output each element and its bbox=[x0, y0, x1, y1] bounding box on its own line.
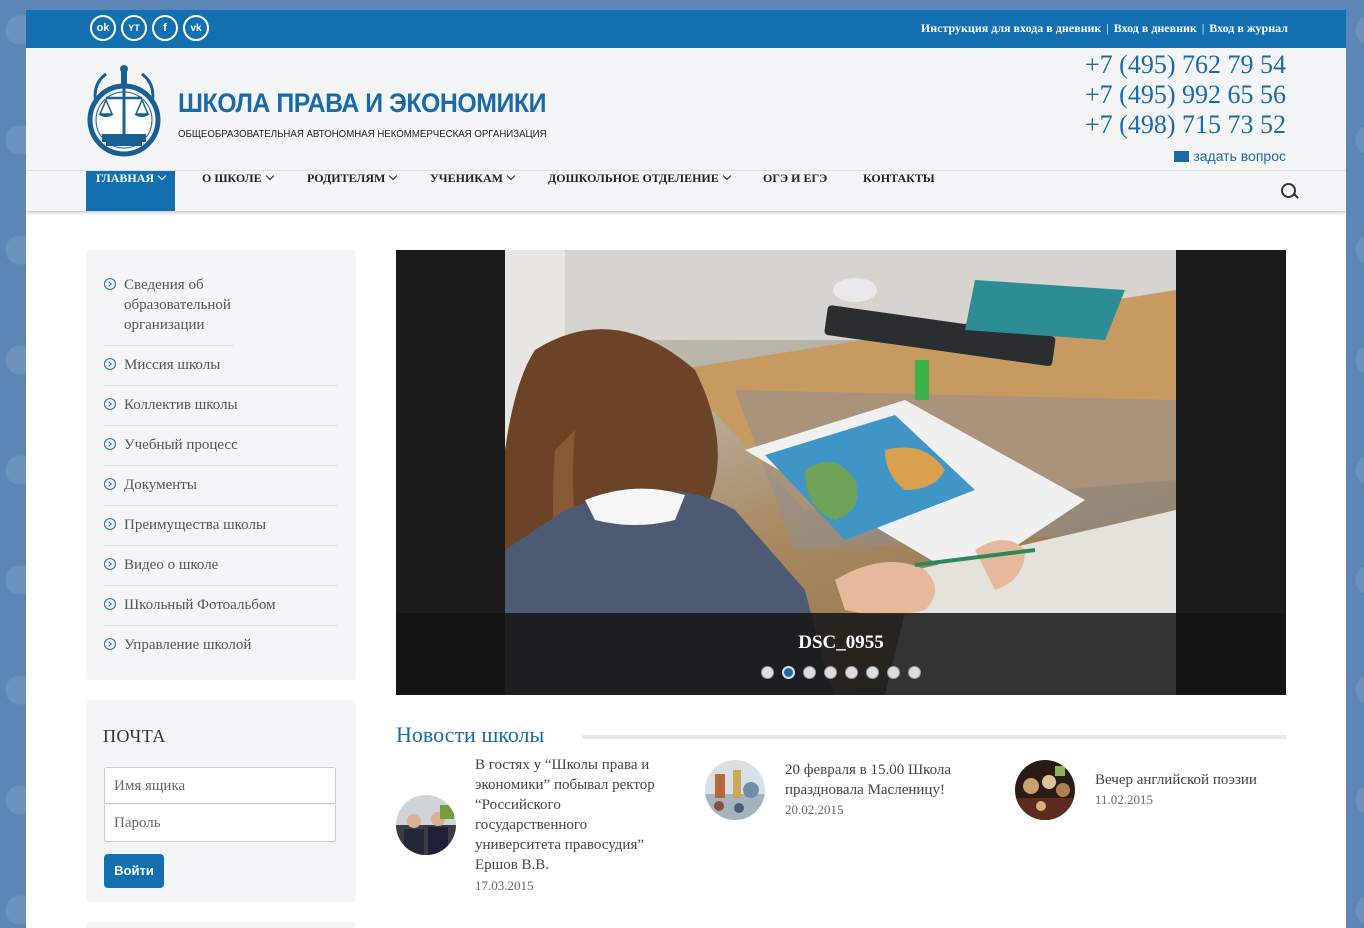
slider-dot[interactable] bbox=[887, 666, 900, 679]
chevron-down-icon bbox=[389, 171, 398, 181]
sidebar-item-management[interactable]: Управление школой bbox=[104, 626, 338, 665]
facebook-icon[interactable]: f bbox=[152, 15, 178, 41]
sidebar-menu: Сведения об образовательной организации … bbox=[86, 250, 356, 680]
nav-exams[interactable]: ОГЭ И ЕГЭ bbox=[763, 171, 827, 211]
school-subtitle: ОБЩЕОБРАЗОВАТЕЛЬНАЯ АВТОНОМНАЯ НЕКОММЕРЧ… bbox=[178, 128, 547, 140]
news-text[interactable]: Вечер английской поэзии bbox=[1095, 770, 1295, 790]
nav-parents[interactable]: РОДИТЕЛЯМ bbox=[307, 171, 398, 211]
nav-about-label: О ШКОЛЕ bbox=[202, 171, 262, 185]
nav-contacts[interactable]: КОНТАКТЫ bbox=[863, 171, 935, 211]
sidebar-item-documents[interactable]: Документы bbox=[104, 466, 338, 506]
slider-dots bbox=[761, 666, 929, 684]
news-item[interactable]: Вечер английской поэзии 11.02.2015 bbox=[1015, 760, 1295, 840]
ask-question-link[interactable]: задать вопрос bbox=[1174, 148, 1286, 164]
main-nav: ГЛАВНАЯ О ШКОЛЕ РОДИТЕЛЯМ УЧЕНИКАМ ДОШКО… bbox=[26, 170, 1346, 211]
envelope-icon bbox=[1174, 151, 1190, 162]
nav-students-label: УЧЕНИКАМ bbox=[430, 171, 503, 185]
nav-about[interactable]: О ШКОЛЕ bbox=[202, 171, 274, 211]
nav-home-label: ГЛАВНАЯ bbox=[96, 171, 155, 185]
slider-dot[interactable] bbox=[803, 666, 816, 679]
youtube-icon[interactable]: YT bbox=[121, 15, 147, 41]
sidebar-item-video[interactable]: Видео о школе bbox=[104, 546, 338, 586]
news-item[interactable]: 20 февраля в 15.00 Школа праздновала Мас… bbox=[705, 760, 985, 840]
news-date: 17.03.2015 bbox=[475, 878, 534, 893]
ask-question-label: задать вопрос bbox=[1193, 148, 1286, 164]
news-text[interactable]: 20 февраля в 15.00 Школа праздновала Мас… bbox=[785, 760, 985, 800]
header: ШКОЛА ПРАВА И ЭКОНОМИКИ ОБЩЕОБРАЗОВАТЕЛЬ… bbox=[26, 48, 1346, 170]
nav-students[interactable]: УЧЕНИКАМ bbox=[430, 171, 516, 211]
sidebar-panel bbox=[86, 922, 356, 928]
news-text[interactable]: В гостях у “Школы права и экономики” поб… bbox=[475, 755, 675, 875]
phone-1[interactable]: +7 (495) 762 79 54 bbox=[1085, 50, 1286, 80]
separator: | bbox=[1201, 21, 1205, 35]
sidebar-item-advantages[interactable]: Преимущества школы bbox=[104, 506, 338, 546]
chevron-down-icon bbox=[506, 171, 516, 181]
nav-preschool-label: ДОШКОЛЬНОЕ ОТДЕЛЕНИЕ bbox=[548, 171, 719, 185]
login-button[interactable]: Войти bbox=[104, 854, 164, 888]
school-logo[interactable] bbox=[86, 64, 166, 163]
chevron-down-icon bbox=[722, 171, 732, 181]
school-name[interactable]: ШКОЛА ПРАВА И ЭКОНОМИКИ bbox=[178, 88, 546, 119]
news-thumbnail[interactable] bbox=[1015, 760, 1075, 820]
mail-title: ПОЧТА bbox=[103, 726, 166, 746]
slider-dot[interactable] bbox=[866, 666, 879, 679]
chevron-down-icon bbox=[157, 171, 167, 181]
diary-instructions-link[interactable]: Инструкция для входа в дневник bbox=[921, 21, 1101, 35]
diary-login-link[interactable]: Вход в дневник bbox=[1114, 21, 1197, 35]
image-slider[interactable]: DSC_0955 bbox=[396, 250, 1286, 695]
news-thumbnail[interactable] bbox=[705, 760, 765, 820]
nav-preschool[interactable]: ДОШКОЛЬНОЕ ОТДЕЛЕНИЕ bbox=[548, 171, 732, 211]
top-links: Инструкция для входа в дневник | Вход в … bbox=[921, 21, 1288, 36]
top-bar: ok YT f vk Инструкция для входа в дневни… bbox=[26, 10, 1346, 48]
phones: +7 (495) 762 79 54 +7 (495) 992 65 56 +7… bbox=[1085, 50, 1286, 140]
news-date: 11.02.2015 bbox=[1095, 792, 1154, 807]
phone-2[interactable]: +7 (495) 992 65 56 bbox=[1085, 80, 1286, 110]
nav-home[interactable]: ГЛАВНАЯ bbox=[86, 171, 176, 211]
sidebar-item-photoalbum[interactable]: Школьный Фотоальбом bbox=[104, 586, 338, 626]
divider bbox=[582, 735, 1286, 739]
sidebar-item-staff[interactable]: Коллектив школы bbox=[104, 386, 338, 426]
news-date: 20.02.2015 bbox=[785, 802, 844, 817]
mail-login-panel: ПОЧТА Имя ящика Пароль Войти bbox=[86, 700, 356, 902]
slider-dot[interactable] bbox=[908, 666, 921, 679]
slider-dot[interactable] bbox=[845, 666, 858, 679]
phone-3[interactable]: +7 (498) 715 73 52 bbox=[1085, 110, 1286, 140]
slide-caption: DSC_0955 bbox=[798, 632, 884, 653]
news-thumbnail[interactable] bbox=[396, 795, 456, 855]
sidebar-item-process[interactable]: Учебный процесс bbox=[104, 426, 338, 466]
nav-contacts-label: КОНТАКТЫ bbox=[863, 171, 935, 185]
chevron-down-icon bbox=[265, 171, 274, 181]
journal-login-link[interactable]: Вход в журнал bbox=[1209, 21, 1288, 35]
page: ok YT f vk Инструкция для входа в дневни… bbox=[26, 10, 1346, 928]
sidebar-item-info[interactable]: Сведения об образовательной организации bbox=[104, 266, 234, 346]
search-icon[interactable] bbox=[1281, 183, 1296, 198]
vk-icon[interactable]: vk bbox=[183, 15, 209, 41]
odnoklassniki-icon[interactable]: ok bbox=[90, 15, 116, 41]
mailbox-input[interactable]: Имя ящика bbox=[104, 767, 336, 804]
slider-dot-active[interactable] bbox=[782, 666, 795, 679]
nav-parents-label: РОДИТЕЛЯМ bbox=[307, 171, 386, 185]
news-item[interactable]: В гостях у “Школы права и экономики” поб… bbox=[396, 755, 676, 905]
news-section-title: Новости школы bbox=[396, 722, 545, 747]
sidebar-item-mission[interactable]: Миссия школы bbox=[104, 346, 338, 386]
slider-dot[interactable] bbox=[824, 666, 837, 679]
nav-exams-label: ОГЭ И ЕГЭ bbox=[763, 171, 828, 185]
slider-dot[interactable] bbox=[761, 666, 774, 679]
password-input[interactable]: Пароль bbox=[104, 805, 336, 842]
separator: | bbox=[1106, 21, 1109, 35]
